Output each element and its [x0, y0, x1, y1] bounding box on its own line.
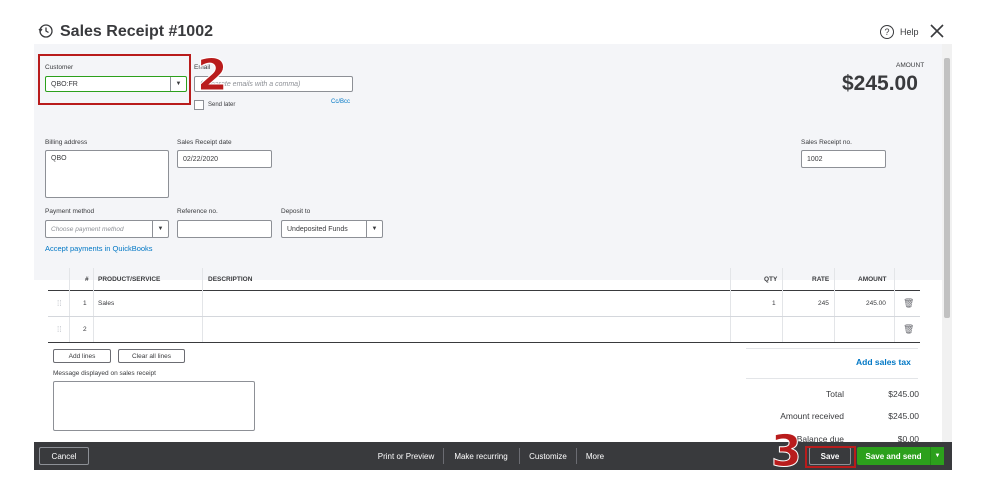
annotation-highlight-customer — [38, 54, 191, 105]
save-and-send-button[interactable]: Save and send — [857, 447, 930, 465]
column-divider — [69, 268, 70, 342]
print-preview-button[interactable]: Print or Preview — [372, 447, 440, 465]
scrollbar-thumb[interactable] — [944, 58, 950, 318]
amount-total: $245.00 — [842, 72, 918, 95]
chevron-down-icon[interactable]: ▼ — [366, 221, 382, 237]
make-recurring-button[interactable]: Make recurring — [448, 447, 514, 465]
header-bar: Sales Receipt #1002 ? Help — [34, 18, 952, 44]
annotation-step-2: 2 — [197, 50, 229, 102]
receipt-date-label: Sales Receipt date — [177, 139, 232, 146]
trash-icon[interactable]: 🗑 — [903, 324, 914, 335]
col-header-amount: AMOUNT — [858, 276, 887, 283]
row-product[interactable]: Sales — [98, 300, 114, 307]
row-qty[interactable]: 1 — [772, 300, 776, 307]
column-divider — [834, 268, 835, 342]
billing-address-field[interactable]: QBO — [45, 150, 169, 198]
footer-separator — [576, 448, 577, 464]
payment-method-placeholder: Choose payment method — [51, 225, 124, 233]
clear-all-lines-button[interactable]: Clear all lines — [118, 349, 185, 363]
payment-method-label: Payment method — [45, 208, 95, 215]
deposit-to-label: Deposit to — [281, 208, 311, 215]
more-button[interactable]: More — [581, 447, 609, 465]
table-bottom-border — [48, 342, 920, 343]
receipt-date-value: 02/22/2020 — [183, 155, 219, 163]
page-title: Sales Receipt #1002 — [60, 23, 213, 40]
drag-handle-icon[interactable]: ⁞⁞ — [57, 299, 61, 308]
send-later-checkbox[interactable] — [194, 100, 204, 110]
column-divider — [202, 268, 203, 342]
row-amount[interactable]: 245.00 — [866, 300, 886, 307]
receipt-no-label: Sales Receipt no. — [801, 139, 852, 146]
chevron-down-icon[interactable]: ▼ — [930, 447, 944, 465]
send-later-label: Send later — [208, 102, 236, 108]
deposit-to-select[interactable]: Undeposited Funds ▼ — [281, 220, 383, 238]
total-label: Total — [826, 389, 844, 399]
totals-divider — [746, 348, 918, 349]
amount-received-value: $245.00 — [888, 411, 919, 421]
accept-payments-link[interactable]: Accept payments in QuickBooks — [45, 244, 153, 253]
reference-no-field[interactable] — [177, 220, 272, 238]
annotation-step-3: 3 — [771, 426, 803, 478]
column-divider — [894, 268, 895, 342]
payment-method-select[interactable]: Choose payment method ▼ — [45, 220, 169, 238]
amount-received-label: Amount received — [780, 411, 844, 421]
amount-label: AMOUNT — [896, 62, 925, 69]
column-divider — [782, 268, 783, 342]
col-header-qty: QTY — [764, 276, 778, 283]
column-divider — [730, 268, 731, 342]
col-header-num: # — [85, 276, 89, 283]
receipt-no-value: 1002 — [807, 155, 823, 163]
help-icon[interactable]: ? — [880, 25, 894, 39]
message-label: Message displayed on sales receipt — [53, 370, 156, 377]
add-lines-button[interactable]: Add lines — [53, 349, 111, 363]
chevron-down-icon[interactable]: ▼ — [152, 221, 168, 237]
row-num: 1 — [83, 300, 87, 307]
close-icon[interactable] — [930, 24, 944, 38]
billing-address-value: QBO — [51, 155, 67, 162]
reference-no-label: Reference no. — [177, 208, 218, 215]
customize-button[interactable]: Customize — [524, 447, 572, 465]
trash-icon[interactable]: 🗑 — [903, 298, 914, 309]
col-header-rate: RATE — [812, 276, 830, 283]
column-divider — [93, 268, 94, 342]
total-value: $245.00 — [888, 389, 919, 399]
totals-divider — [746, 378, 918, 379]
row-rate[interactable]: 245 — [818, 300, 829, 307]
receipt-date-field[interactable]: 02/22/2020 — [177, 150, 272, 168]
receipt-no-field[interactable]: 1002 — [801, 150, 886, 168]
deposit-to-value: Undeposited Funds — [287, 225, 348, 233]
help-label[interactable]: Help — [900, 27, 919, 37]
row-divider — [48, 316, 920, 317]
recent-history-icon[interactable] — [38, 23, 54, 39]
billing-address-label: Billing address — [45, 139, 88, 146]
footer-separator — [519, 448, 520, 464]
cancel-button[interactable]: Cancel — [39, 447, 89, 465]
col-header-description: DESCRIPTION — [208, 276, 253, 283]
footer-separator — [443, 448, 444, 464]
row-num: 2 — [83, 326, 87, 333]
col-header-product: PRODUCT/SERVICE — [98, 276, 161, 283]
table-top-border — [48, 290, 920, 291]
add-sales-tax-link[interactable]: Add sales tax — [856, 357, 911, 367]
message-field[interactable] — [53, 381, 255, 431]
annotation-highlight-save — [805, 446, 856, 468]
drag-handle-icon[interactable]: ⁞⁞ — [57, 325, 61, 334]
cc-bcc-link[interactable]: Cc/Bcc — [331, 99, 350, 105]
